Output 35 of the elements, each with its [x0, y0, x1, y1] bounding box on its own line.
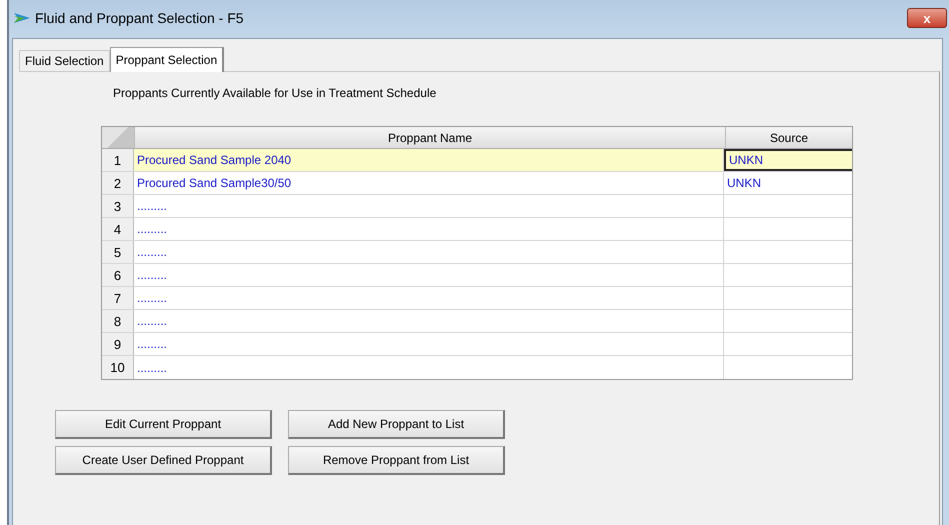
table-cell[interactable]: ......... [134, 264, 724, 286]
table-cell[interactable]: ......... [134, 310, 724, 332]
row-number: 6 [102, 264, 134, 286]
column-header[interactable]: Proppant Name [135, 127, 726, 148]
caption-text: Proppants Currently Available for Use in Treatment Schedule [113, 86, 438, 100]
column-header[interactable]: Source [726, 127, 852, 148]
window-title: Fluid and Proppant Selection - F5 [35, 10, 244, 26]
row-number: 5 [102, 241, 134, 263]
action-button[interactable]: Remove Proppant from List [288, 446, 505, 475]
row-number: 2 [102, 172, 134, 194]
arrow-logo-icon [13, 12, 31, 24]
table-cell[interactable]: Procured Sand Sample 2040 [134, 149, 724, 171]
tab[interactable]: Proppant Selection [110, 47, 224, 72]
corner-cell [102, 127, 135, 148]
row-number: 1 [102, 149, 134, 171]
table-cell[interactable]: ......... [134, 356, 724, 379]
row-number: 7 [102, 287, 134, 309]
table-cell[interactable]: UNKN [724, 149, 852, 171]
table-cell[interactable]: ......... [134, 287, 724, 309]
tab[interactable]: Fluid Selection [19, 50, 110, 71]
table-cell[interactable]: ......... [134, 241, 724, 263]
row-number: 8 [102, 310, 134, 332]
table-cell[interactable]: Procured Sand Sample30/50 [134, 172, 724, 194]
table-cell[interactable]: UNKN [724, 172, 852, 194]
action-button[interactable]: Create User Defined Proppant [55, 446, 272, 475]
table-cell[interactable]: ......... [134, 218, 724, 240]
row-number: 4 [102, 218, 134, 240]
table-cell[interactable]: ......... [134, 195, 724, 217]
row-number: 3 [102, 195, 134, 217]
close-button[interactable]: x [907, 8, 947, 28]
row-number: 9 [102, 333, 134, 355]
row-number: 10 [102, 356, 134, 379]
action-button[interactable]: Edit Current Proppant [55, 410, 272, 439]
table-cell[interactable]: ......... [134, 333, 724, 355]
action-button[interactable]: Add New Proppant to List [288, 410, 505, 439]
